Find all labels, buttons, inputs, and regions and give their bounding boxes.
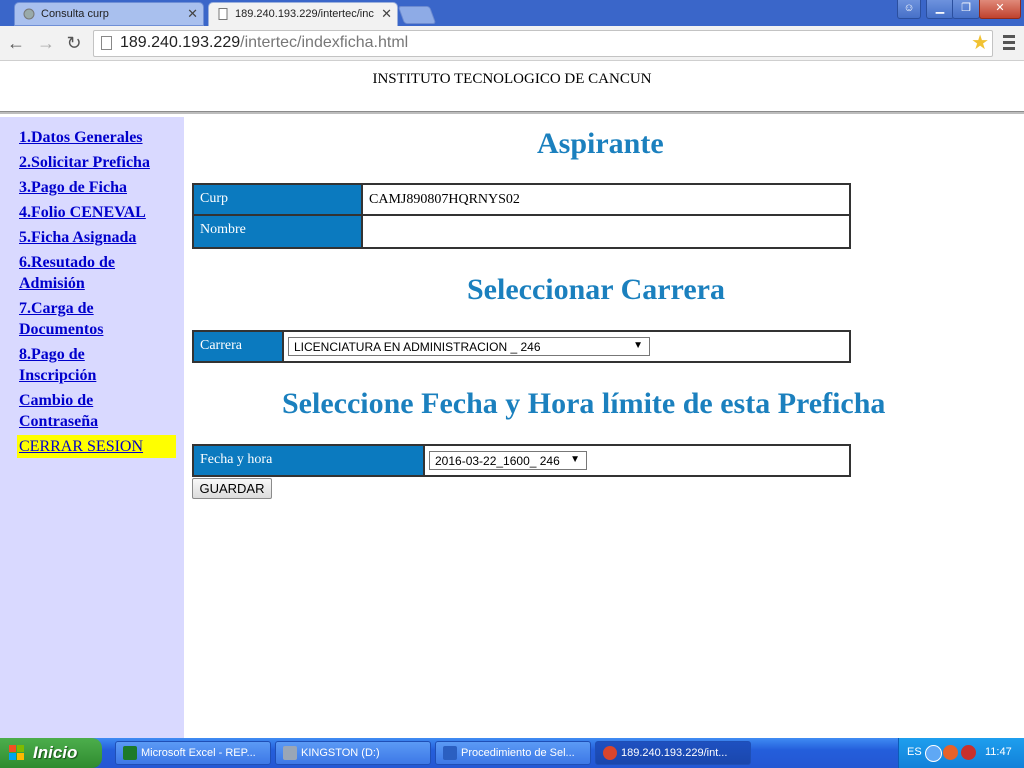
page-header: INSTITUTO TECNOLOGICO DE CANCUN — [0, 61, 1024, 113]
sidebar: 1.Datos Generales 2.Solicitar Preficha 3… — [0, 117, 184, 738]
carrera-label: Carrera — [194, 332, 284, 361]
taskbar-item-label: 189.240.193.229/int... — [621, 747, 728, 759]
carrera-heading: Seleccionar Carrera — [467, 273, 725, 306]
bookmark-star-icon[interactable]: ★ — [971, 32, 989, 54]
user-profile-icon[interactable]: ☺ — [897, 0, 921, 19]
fecha-table: Fecha y hora 2016-03-22_1600_ 246 ▼ — [192, 444, 851, 477]
browser-toolbar: ← → ↻ 189.240.193.229/intertec/indexfich… — [0, 26, 1024, 61]
reload-icon[interactable]: ↻ — [62, 31, 86, 55]
tab-indexficha[interactable]: 189.240.193.229/intertec/inc ✕ — [208, 2, 398, 26]
menu-icon[interactable] — [999, 32, 1019, 52]
page-title: INSTITUTO TECNOLOGICO DE CANCUN — [372, 71, 652, 87]
taskbar-item-excel[interactable]: Microsoft Excel - REP... — [115, 741, 271, 765]
url-host: 189.240.193.229 — [120, 34, 241, 51]
browser-titlebar: Consulta curp ✕ 189.240.193.229/intertec… — [0, 0, 1024, 26]
close-tab-icon[interactable]: ✕ — [381, 6, 392, 22]
sidebar-item-solicitar-preficha[interactable]: 2.Solicitar Preficha — [19, 152, 150, 173]
excel-icon — [123, 746, 137, 760]
taskbar-item-label: Procedimiento de Sel... — [461, 747, 575, 759]
close-tab-icon[interactable]: ✕ — [187, 6, 198, 22]
carrera-selected-value: LICENCIATURA EN ADMINISTRACION _ 246 — [294, 340, 541, 354]
sidebar-item-pago-inscripcion[interactable]: 8.Pago de Inscripción — [19, 344, 119, 386]
chevron-down-icon: ▼ — [570, 454, 580, 465]
system-tray: ES 11:47 — [898, 738, 1024, 768]
fecha-select[interactable]: 2016-03-22_1600_ 246 ▼ — [429, 451, 587, 470]
sidebar-item-folio-ceneval[interactable]: 4.Folio CENEVAL — [19, 202, 146, 223]
carrera-table: Carrera LICENCIATURA EN ADMINISTRACION _… — [192, 330, 851, 363]
taskbar-item-word[interactable]: Procedimiento de Sel... — [435, 741, 591, 765]
fecha-selected-value: 2016-03-22_1600_ 246 — [435, 454, 560, 468]
tray-app-icon[interactable] — [943, 745, 958, 760]
minimize-button[interactable]: ▁ — [926, 0, 954, 19]
start-button[interactable]: Inicio — [0, 738, 102, 768]
restore-button[interactable]: ❐ — [952, 0, 980, 19]
windows-logo-icon — [9, 745, 24, 760]
sidebar-item-carga-documentos[interactable]: 7.Carga de Documentos — [19, 298, 129, 340]
security-shield-icon[interactable] — [961, 745, 976, 760]
tab-label: Consulta curp — [41, 8, 109, 20]
tab-consulta-curp[interactable]: Consulta curp ✕ — [14, 2, 204, 26]
clock: 11:47 — [985, 746, 1012, 758]
close-window-button[interactable]: ✕ — [979, 0, 1021, 19]
forward-arrow-icon[interactable]: → — [34, 31, 58, 55]
language-indicator[interactable]: ES — [907, 746, 922, 758]
carrera-select[interactable]: LICENCIATURA EN ADMINISTRACION _ 246 ▼ — [288, 337, 650, 356]
taskbar-item-label: Microsoft Excel - REP... — [141, 747, 256, 759]
curp-label: Curp — [194, 185, 363, 214]
taskbar-item-label: KINGSTON (D:) — [301, 747, 380, 759]
table-row: Curp CAMJ890807HQRNYS02 — [194, 185, 849, 216]
aspirante-heading: Aspirante — [537, 127, 664, 160]
logout-link[interactable]: CERRAR SESION — [17, 435, 176, 458]
taskbar-item-kingston[interactable]: KINGSTON (D:) — [275, 741, 431, 765]
taskbar-item-chrome[interactable]: 189.240.193.229/int... — [595, 741, 751, 765]
page-icon — [218, 8, 228, 20]
page-icon — [101, 36, 112, 50]
guardar-button[interactable]: GUARDAR — [192, 478, 272, 499]
back-arrow-icon[interactable]: ← — [4, 31, 28, 55]
globe-icon — [23, 8, 35, 20]
sidebar-item-ficha-asignada[interactable]: 5.Ficha Asignada — [19, 227, 136, 248]
sidebar-item-cambio-contrasena[interactable]: Cambio de Contraseña — [19, 390, 119, 432]
url-text: 189.240.193.229/intertec/indexficha.html — [120, 34, 408, 52]
new-tab-button[interactable] — [397, 6, 437, 24]
start-label: Inicio — [33, 743, 78, 762]
aspirante-table: Curp CAMJ890807HQRNYS02 Nombre — [192, 183, 851, 249]
fecha-heading: Seleccione Fecha y Hora límite de esta P… — [282, 387, 886, 420]
tray-expand-icon[interactable] — [925, 745, 942, 762]
fecha-label: Fecha y hora — [194, 446, 425, 475]
header-divider — [0, 111, 1024, 114]
chevron-down-icon: ▼ — [633, 340, 643, 351]
curp-value: CAMJ890807HQRNYS02 — [369, 192, 520, 207]
address-bar[interactable]: 189.240.193.229/intertec/indexficha.html… — [93, 30, 993, 57]
url-path: /intertec/indexficha.html — [240, 34, 409, 51]
sidebar-item-datos-generales[interactable]: 1.Datos Generales — [19, 127, 143, 148]
chrome-icon — [603, 746, 617, 760]
word-icon — [443, 746, 457, 760]
logout-label: CERRAR SESION — [19, 438, 144, 455]
tab-label: 189.240.193.229/intertec/inc — [235, 8, 374, 20]
table-row: Nombre — [194, 216, 849, 247]
drive-icon — [283, 746, 297, 760]
sidebar-item-pago-de-ficha[interactable]: 3.Pago de Ficha — [19, 177, 127, 198]
windows-taskbar: Inicio Microsoft Excel - REP... KINGSTON… — [0, 738, 1024, 768]
sidebar-item-resultado-admision[interactable]: 6.Resutado de Admisión — [19, 252, 149, 294]
nombre-label: Nombre — [194, 216, 363, 247]
